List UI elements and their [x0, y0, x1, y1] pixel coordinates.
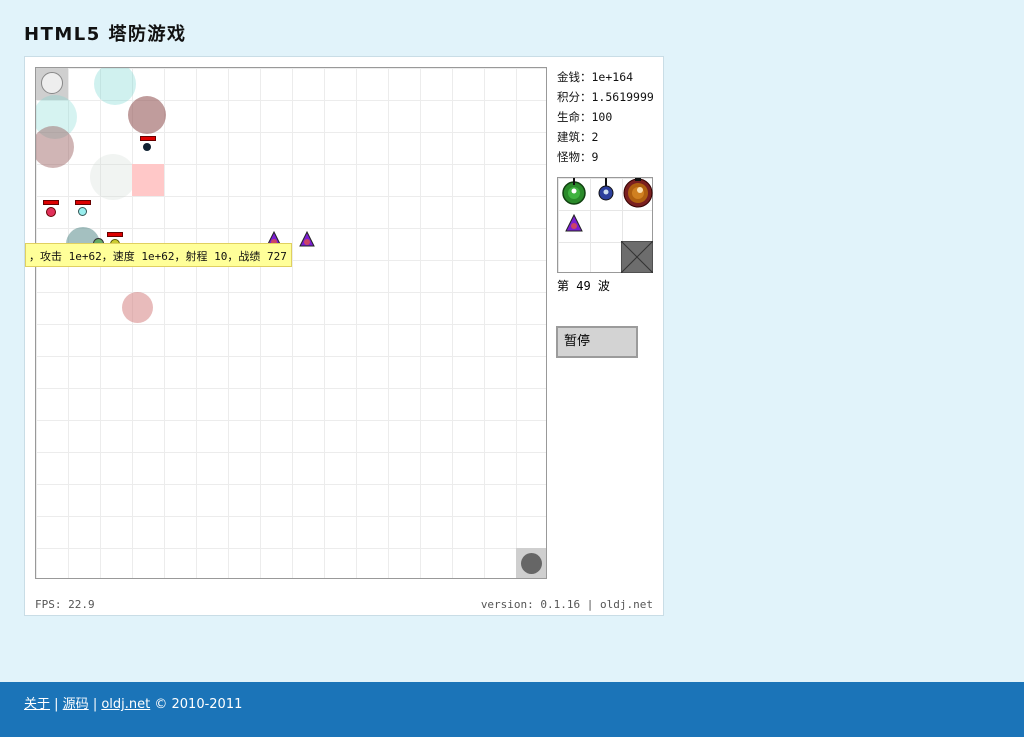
footer-links: 关于 | 源码 | oldj.net © 2010-2011: [24, 693, 242, 712]
blocked-cell-icon[interactable]: [621, 241, 653, 273]
fps-counter: FPS: 22.9: [35, 598, 95, 611]
footer-separator: |: [88, 697, 102, 712]
monster-hp-bar: [75, 200, 91, 205]
range-circle-pink: [122, 292, 153, 323]
game-panel: ，攻击 1e+62，速度 1e+62，射程 10，战绩 727 金钱：1e+16…: [24, 56, 664, 616]
money-stat: 金钱：1e+164: [557, 70, 634, 84]
range-circle-brown: [36, 126, 74, 168]
monster-icon: [143, 143, 151, 151]
tower-tooltip: ，攻击 1e+62，速度 1e+62，射程 10，战绩 727: [25, 243, 292, 267]
copyright-text: © 2010-2011: [150, 697, 243, 712]
game-board[interactable]: [35, 67, 547, 579]
stats-panel: 金钱：1e+164 积分：1.5619999 生命：100 建筑：2 怪物：9: [557, 67, 664, 167]
monster-hp-bar: [43, 200, 59, 205]
source-link[interactable]: 源码: [63, 697, 89, 712]
range-circle-brown: [128, 96, 166, 134]
pause-button[interactable]: 暂停: [556, 326, 638, 358]
monsters-stat: 怪物：9: [557, 150, 599, 164]
site-link[interactable]: oldj.net: [101, 697, 150, 712]
page-title: HTML5 塔防游戏: [24, 24, 187, 45]
monster-icon: [46, 207, 56, 217]
purple-monster-icon: [299, 231, 315, 247]
range-circle-gray: [90, 154, 136, 200]
selected-cell: [132, 164, 164, 196]
purple-monster-icon[interactable]: [564, 214, 584, 234]
buildings-stat: 建筑：2: [557, 130, 599, 144]
green-cannon-tower-icon[interactable]: [561, 178, 587, 206]
about-link[interactable]: 关于: [24, 697, 50, 712]
monster-hp-bar: [107, 232, 123, 237]
range-circle-teal: [94, 68, 136, 105]
version-text: version: 0.1.16 | oldj.net: [480, 598, 653, 611]
tower-shop: [557, 177, 653, 273]
life-stat: 生命：100: [557, 110, 613, 124]
blue-laser-tower-icon[interactable]: [596, 178, 616, 202]
start-portal-icon: [41, 72, 63, 94]
footer: 关于 | 源码 | oldj.net © 2010-2011: [0, 682, 1024, 737]
footer-separator: |: [50, 697, 63, 712]
monster-hp-bar: [140, 136, 156, 141]
score-stat: 积分：1.5619999: [557, 90, 654, 104]
wave-indicator: 第 49 波: [557, 279, 610, 293]
monster-icon: [78, 207, 87, 216]
end-portal-icon: [521, 553, 542, 574]
orange-heavy-tower-icon[interactable]: [622, 178, 654, 210]
